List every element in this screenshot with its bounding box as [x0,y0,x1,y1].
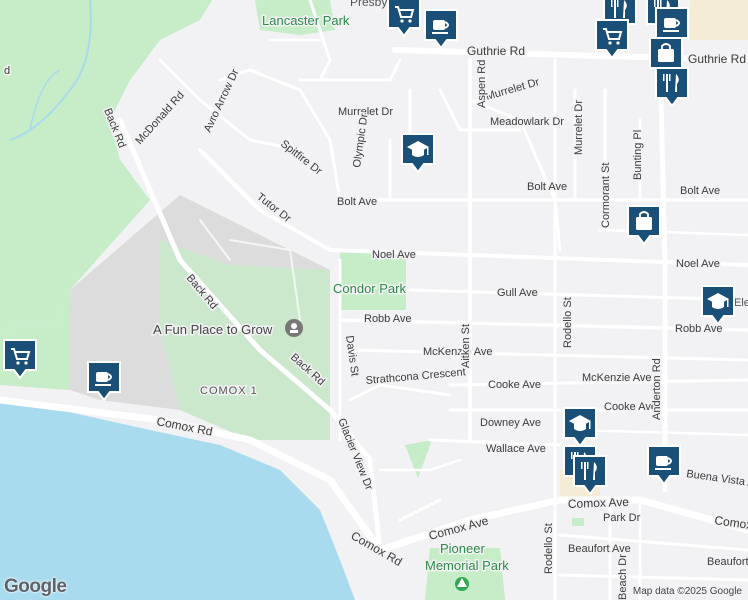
road-label-wallace-ave: Wallace Ave [486,443,546,455]
map-canvas[interactable]: Guthrie Rd Guthrie Rd Murrelet Dr Murrel… [0,0,748,600]
road-label-robb-ave: Robb Ave [364,313,412,325]
road-label-mckenzie-ave-east: McKenzie Ave [582,372,652,384]
road-label-bolt-ave: Bolt Ave [337,196,377,208]
road-label-cormorant-st: Cormorant St [600,163,612,228]
road-label-comox-ave-mid: Comox Ave [568,495,630,511]
map-attribution: Map data ©2025 Google [632,586,742,597]
road-label-cooke-ave-east: Cooke Ave [604,401,657,413]
road-label-bolt-ave-east: Bolt Ave [680,185,720,197]
green-patch [572,518,584,526]
road-label-murrelet-dr-ns: Murrelet Dr [573,100,585,155]
road-label-anderton-rd: Anderton Rd [651,358,663,420]
road-label-cooke-ave: Cooke Ave [488,379,541,391]
pioneer-park-label-2: Memorial Park [425,558,509,573]
fun-place-label: A Fun Place to Grow [153,322,273,337]
condor-park-label: Condor Park [333,281,406,296]
road-label-guthrie-rd-east: Guthrie Rd [688,52,746,66]
road-label-mckenzie-ave: McKenzie Ave [423,346,493,358]
road-label-noel-ave: Noel Ave [372,249,416,261]
google-logo: Google [4,576,67,597]
comox1-label: COMOX 1 [200,385,258,397]
road-label-downey-ave: Downey Ave [480,417,541,429]
road-label-gull-ave: Gull Ave [497,287,538,299]
road-label-park-dr: Park Dr [603,512,641,524]
road-label-bolt-ave-mid: Bolt Ave [527,181,567,193]
park-marker-icon[interactable] [455,577,469,591]
school-east-label: Ele [734,297,748,309]
road-label-beaufort-ave: Beaufort Ave [568,543,631,555]
road-label-meadowlark-dr: Meadowlark Dr [490,116,564,128]
road-label-aspen-rd: Aspen Rd [476,60,488,108]
road-label-west-fragment: d [4,65,10,77]
road-label-rodello-st-south: Rodello St [543,523,555,574]
road-label-aitken-st: Aitken St [460,324,472,368]
road-label-rodello-st: Rodello St [562,297,574,348]
lancaster-park-label: Lancaster Park [262,13,350,28]
commercial-area [690,0,748,40]
road-label-beach-dr: Beach Dr [617,554,629,600]
point-of-interest-icon[interactable] [285,319,303,337]
pioneer-park-label-1: Pioneer [440,541,485,556]
green-inner-area [160,240,330,440]
road-label-robb-ave-east: Robb Ave [675,323,723,335]
road-label-noel-ave-east: Noel Ave [676,258,720,270]
road-label-beaufort-ave-east: Beaufort [707,556,748,568]
road-label-guthrie-rd: Guthrie Rd [467,44,525,58]
road-label-bunting-pl: Bunting Pl [632,130,644,180]
